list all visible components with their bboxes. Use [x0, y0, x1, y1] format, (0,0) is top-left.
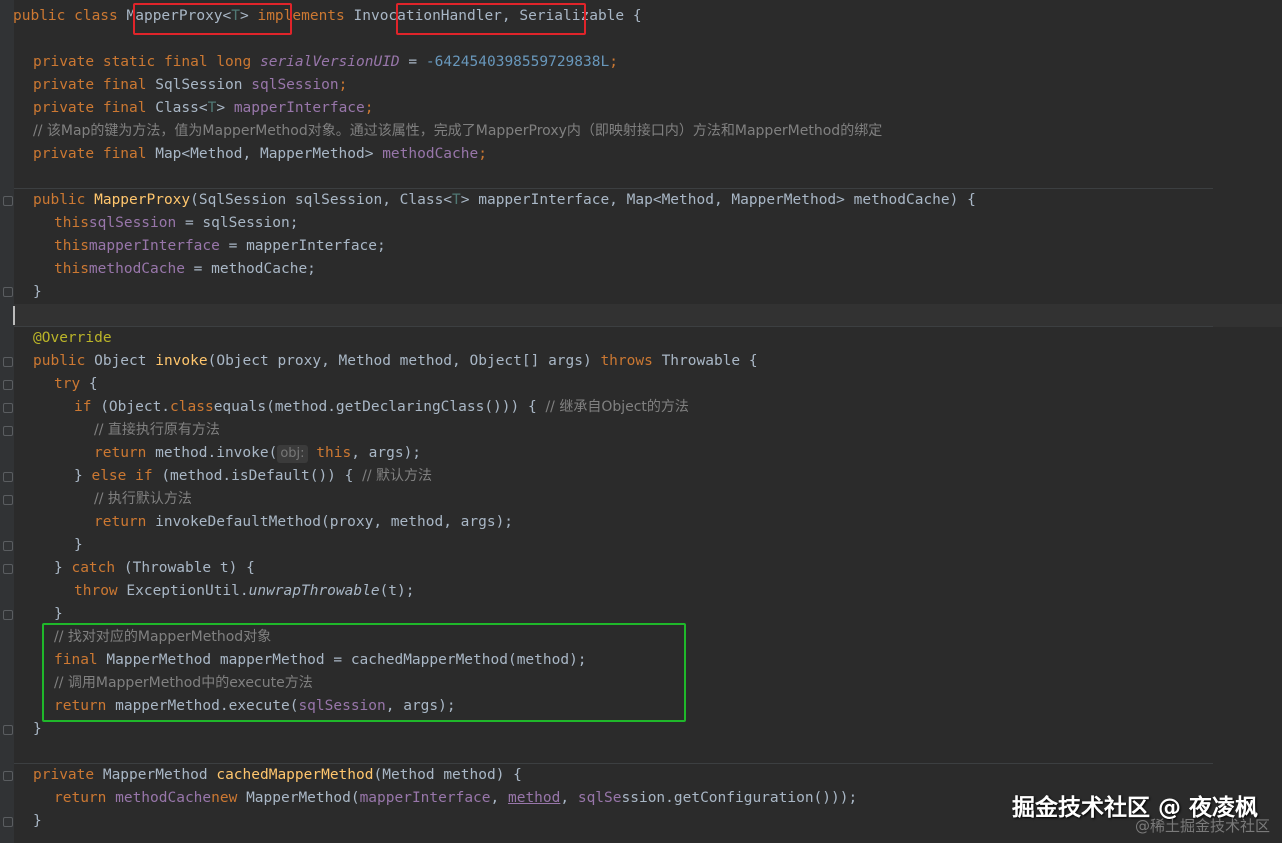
- text-cursor: [13, 306, 15, 325]
- code-line[interactable]: } catch (Throwable t) {: [54, 557, 255, 580]
- code-line[interactable]: }: [74, 534, 83, 557]
- code-line-annotation[interactable]: @Override: [33, 327, 112, 350]
- code-line[interactable]: } else if (method.isDefault()) { // 默认方法: [74, 465, 432, 488]
- code-line-field-sqlsession[interactable]: private final SqlSession sqlSession;: [33, 74, 347, 97]
- code-line[interactable]: try {: [54, 373, 98, 396]
- fold-marker-icon[interactable]: [3, 725, 13, 735]
- code-line-field-mapperinterface[interactable]: private final Class<T> mapperInterface;: [33, 97, 374, 120]
- fold-marker-icon[interactable]: [3, 817, 13, 827]
- code-line[interactable]: thismethodCache = methodCache;: [54, 258, 316, 281]
- code-line-serial-version[interactable]: private static final long serialVersionU…: [33, 51, 618, 74]
- code-line[interactable]: throw ExceptionUtil.unwrapThrowable(t);: [74, 580, 414, 603]
- code-line[interactable]: return method.invoke(obj: this, args);: [94, 442, 421, 465]
- code-comment[interactable]: // 该Map的键为方法，值为MapperMethod对象。通过该属性，完成了M…: [33, 120, 882, 143]
- code-line-constructor[interactable]: public MapperProxy(SqlSession sqlSession…: [33, 189, 976, 212]
- code-line-cached-method[interactable]: private MapperMethod cachedMapperMethod(…: [33, 764, 522, 787]
- fold-marker-icon[interactable]: [3, 196, 13, 206]
- watermark-sub: @稀土掘金技术社区: [1134, 817, 1270, 835]
- code-comment[interactable]: // 执行默认方法: [94, 488, 192, 511]
- code-line-invoke[interactable]: public Object invoke(Object proxy, Metho…: [33, 350, 758, 373]
- code-editor[interactable]: public class MapperProxy<T> implements I…: [0, 0, 1282, 843]
- fold-marker-icon[interactable]: [3, 771, 13, 781]
- fold-marker-icon[interactable]: [3, 380, 13, 390]
- highlight-box-execute-call: [42, 623, 686, 722]
- code-line[interactable]: return methodCachenew MapperMethod(mappe…: [54, 787, 857, 810]
- code-line[interactable]: if (Object.classequals(method.getDeclari…: [74, 396, 689, 419]
- code-line-field-methodcache[interactable]: private final Map<Method, MapperMethod> …: [33, 143, 487, 166]
- fold-marker-icon[interactable]: [3, 287, 13, 297]
- fold-marker-icon[interactable]: [3, 610, 13, 620]
- code-line[interactable]: thissqlSession = sqlSession;: [54, 212, 298, 235]
- code-line[interactable]: }: [33, 810, 42, 833]
- fold-marker-icon[interactable]: [3, 541, 13, 551]
- parameter-hint: obj:: [277, 445, 308, 463]
- code-line[interactable]: thismapperInterface = mapperInterface;: [54, 235, 386, 258]
- highlight-box-mapperproxy: [133, 3, 292, 35]
- highlight-box-invocationhandler: [396, 3, 586, 35]
- fold-marker-icon[interactable]: [3, 495, 13, 505]
- fold-marker-icon[interactable]: [3, 403, 13, 413]
- code-line[interactable]: return invokeDefaultMethod(proxy, method…: [94, 511, 513, 534]
- fold-marker-icon[interactable]: [3, 426, 13, 436]
- code-line[interactable]: }: [33, 281, 42, 304]
- fold-marker-icon[interactable]: [3, 472, 13, 482]
- code-comment[interactable]: // 直接执行原有方法: [94, 419, 220, 442]
- code-line[interactable]: }: [33, 718, 42, 741]
- fold-marker-icon[interactable]: [3, 357, 13, 367]
- method-separator: [14, 326, 1213, 327]
- fold-marker-icon[interactable]: [3, 564, 13, 574]
